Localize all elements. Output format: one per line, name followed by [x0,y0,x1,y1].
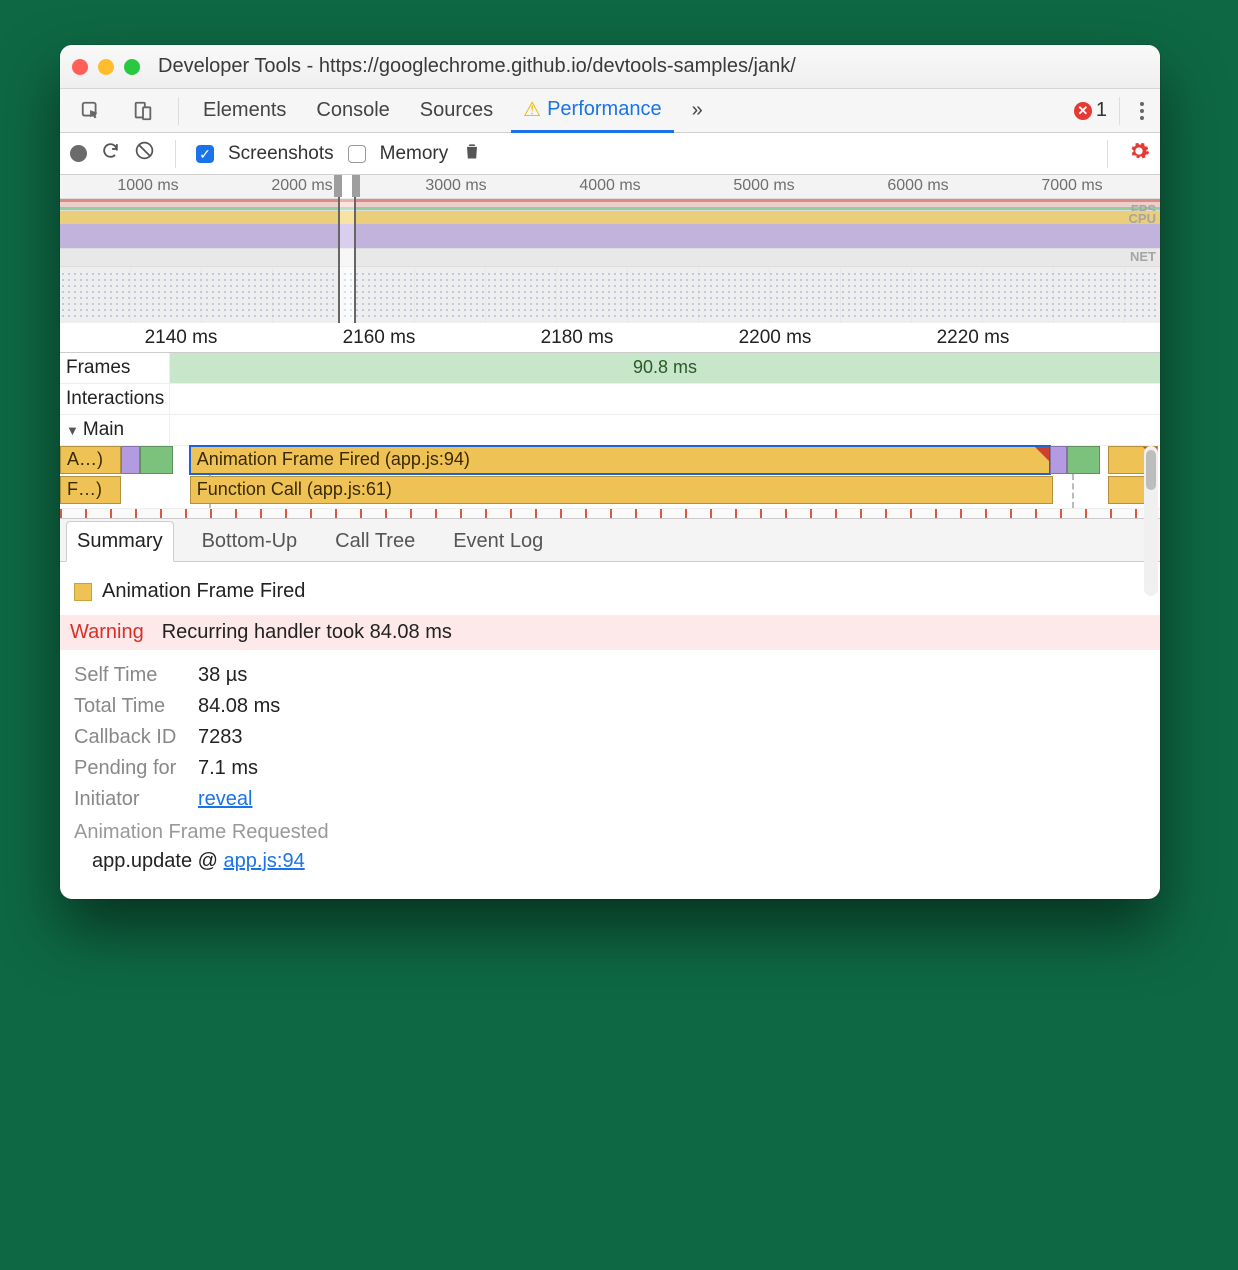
warning-label: Warning [70,621,144,644]
flame-scrollbar[interactable] [1144,446,1158,596]
devtools-window: Developer Tools - https://googlechrome.g… [60,45,1160,899]
initiator-reveal-link[interactable]: reveal [198,788,252,811]
frames-label[interactable]: Frames [60,353,170,383]
close-window-button[interactable] [72,59,88,75]
ruler-tick: 2140 ms [145,327,218,349]
flame-bar[interactable] [121,446,141,474]
tab-performance-label: Performance [547,98,662,121]
tab-elements[interactable]: Elements [191,91,298,130]
flame-bar[interactable] [1067,446,1100,474]
overview-handle-right[interactable] [352,175,360,197]
tab-sources[interactable]: Sources [408,91,505,130]
error-count: 1 [1096,99,1107,122]
screenshots-label: Screenshots [228,143,334,165]
selftime-key: Self Time [74,664,184,687]
tab-call-tree[interactable]: Call Tree [325,522,425,561]
separator [1119,97,1120,125]
overview-dim [60,175,338,323]
flame-bar-function-call[interactable]: Function Call (app.js:61) [190,476,1054,504]
interactions-row: Interactions [60,384,1160,415]
initiator-key: Initiator [74,788,184,811]
clear-button[interactable] [134,140,155,167]
panel-tabs: Elements Console Sources ⚠ Performance »… [60,89,1160,133]
memory-checkbox[interactable] [348,145,366,163]
performance-toolbar: Screenshots Memory [60,133,1160,175]
maximize-window-button[interactable] [124,59,140,75]
tab-bottom-up[interactable]: Bottom-Up [192,522,308,561]
totaltime-key: Total Time [74,695,184,718]
separator [1107,140,1108,168]
frame-duration: 90.8 ms [633,357,697,378]
separator [175,140,176,168]
ruler-tick: 2160 ms [343,327,416,349]
tabs-overflow[interactable]: » [680,91,715,130]
selftime-value: 38 µs [198,664,247,687]
ruler-tick: 2180 ms [541,327,614,349]
frames-row: Frames 90.8 ms [60,353,1160,384]
flamechart[interactable]: 2140 ms 2160 ms 2180 ms 2200 ms 2220 ms … [60,323,1160,518]
ruler-tick: 2200 ms [739,327,812,349]
error-icon: ✕ [1074,102,1092,120]
overview-dim [356,175,1160,323]
separator [178,97,179,125]
reload-record-button[interactable] [101,141,120,166]
summary-panel: Animation Frame Fired Warning Recurring … [60,562,1160,899]
error-badge[interactable]: ✕ 1 [1074,99,1107,122]
warning-row: Warning Recurring handler took 84.08 ms [60,615,1160,650]
kebab-menu-icon[interactable] [1132,96,1152,126]
device-toggle-icon[interactable] [120,92,166,130]
overview-handle-left[interactable] [334,175,342,197]
details-tabs: Summary Bottom-Up Call Tree Event Log [60,518,1160,562]
minimize-window-button[interactable] [98,59,114,75]
screenshots-checkbox[interactable] [196,145,214,163]
tab-event-log[interactable]: Event Log [443,522,553,561]
flame-bar[interactable] [140,446,173,474]
titlebar: Developer Tools - https://googlechrome.g… [60,45,1160,89]
event-title: Animation Frame Fired [102,580,305,603]
flame-bar-animation-frame-fired[interactable]: Animation Frame Fired (app.js:94) [190,446,1050,474]
record-button[interactable] [70,145,87,162]
animation-frame-requested-label: Animation Frame Requested [74,821,1146,844]
warning-corner-icon [1035,447,1049,461]
stack-source-link[interactable]: app.js:94 [224,850,305,872]
main-row: ▼ Main [60,415,1160,446]
chevron-down-icon: ▼ [66,423,79,438]
memory-label: Memory [380,143,449,165]
scrollbar-thumb[interactable] [1146,450,1156,490]
warning-text: Recurring handler took 84.08 ms [162,621,452,644]
gc-button[interactable] [462,140,482,168]
callback-id-value: 7283 [198,726,243,749]
main-label[interactable]: ▼ Main [60,415,170,445]
pending-key: Pending for [74,757,184,780]
overview-selection[interactable] [338,175,356,323]
totaltime-value: 84.08 ms [198,695,280,718]
inspect-icon[interactable] [68,92,114,130]
flame-ruler[interactable]: 2140 ms 2160 ms 2180 ms 2200 ms 2220 ms [60,323,1160,353]
interactions-label[interactable]: Interactions [60,384,170,414]
stack-function: app.update @ [92,850,224,872]
event-color-swatch [74,583,92,601]
tab-summary[interactable]: Summary [66,521,174,562]
warning-icon: ⚠ [523,97,541,122]
callback-id-key: Callback ID [74,726,184,749]
tab-performance[interactable]: ⚠ Performance [511,89,673,133]
settings-icon[interactable] [1128,140,1150,168]
overview-pane[interactable]: 1000 ms 2000 ms 3000 ms 4000 ms 5000 ms … [60,175,1160,323]
flame-bar[interactable]: F…) [60,476,121,504]
pending-value: 7.1 ms [198,757,258,780]
ruler-tick: 2220 ms [937,327,1010,349]
flame-bar[interactable] [1050,446,1067,474]
flame-sub-row [60,508,1160,518]
window-controls [72,59,140,75]
window-title: Developer Tools - https://googlechrome.g… [158,55,796,78]
tab-console[interactable]: Console [304,91,401,130]
flame-bar[interactable]: A…) [60,446,121,474]
